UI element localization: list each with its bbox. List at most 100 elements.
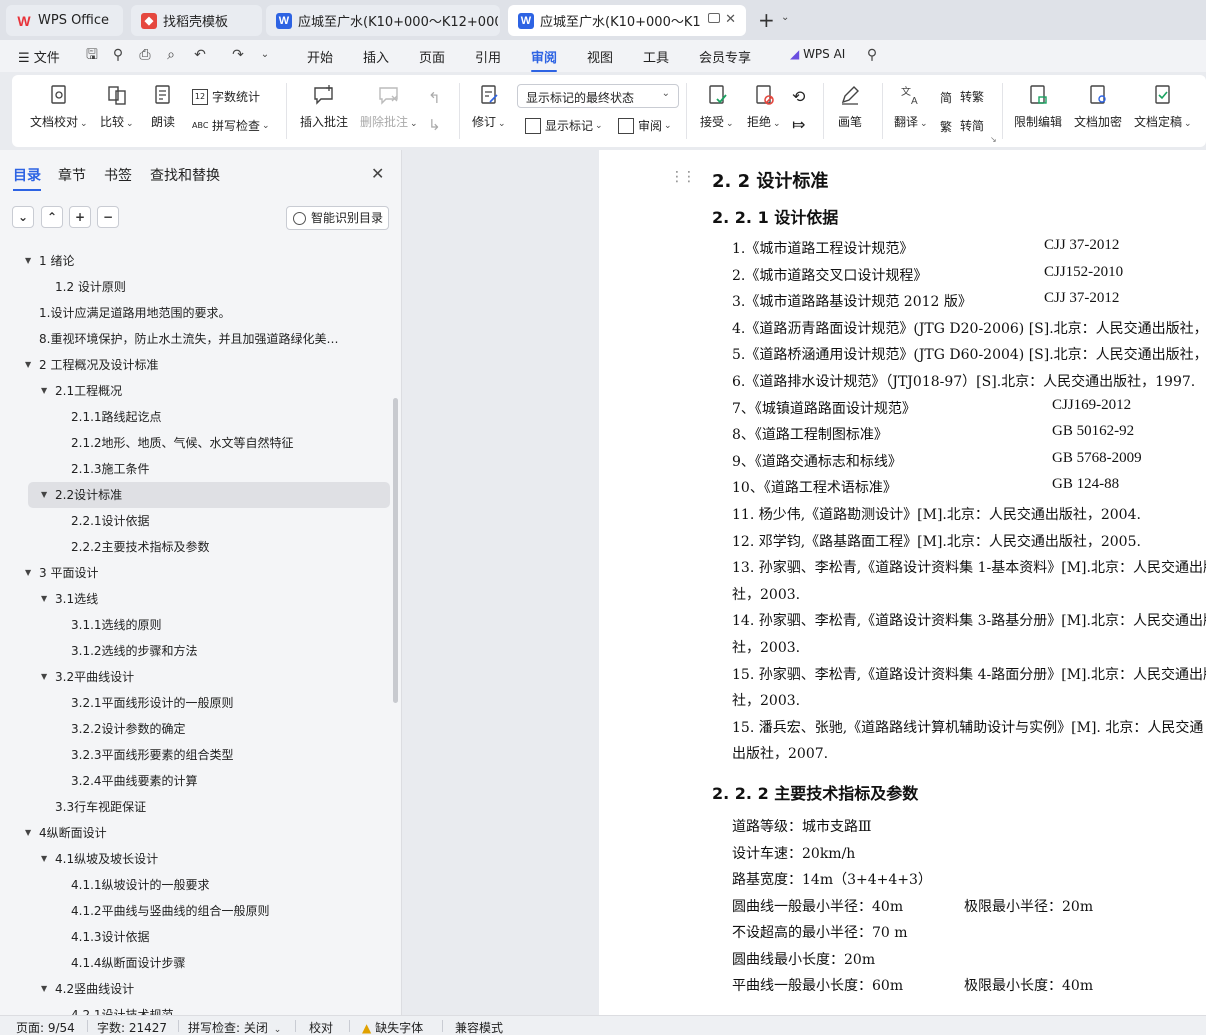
monitor-icon[interactable] <box>708 13 720 23</box>
toc-item[interactable]: 2.2.2主要技术指标及参数 <box>0 534 392 560</box>
smart-toc-button[interactable]: 智能识别目录 <box>286 206 389 230</box>
to-simplified-button[interactable]: 繁 转简 <box>940 117 984 134</box>
toc-item[interactable]: 2.1.2地形、地质、气候、水文等自然特征 <box>0 430 392 456</box>
tab-sections[interactable]: 章节 <box>58 165 86 185</box>
expand-arrow-icon[interactable]: ▼ <box>41 846 47 872</box>
toc-item[interactable]: 3.2.1平面线形设计的一般原则 <box>0 690 392 716</box>
tab-wps-office[interactable]: W WPS Office <box>6 5 123 36</box>
expand-arrow-icon[interactable]: ▼ <box>41 378 47 404</box>
menu-review[interactable]: 审阅 <box>531 47 558 72</box>
toc-item[interactable]: 3.2.4平曲线要素的计算 <box>0 768 392 794</box>
revise-button[interactable]: 修订 ⌄ <box>472 83 506 130</box>
toc-item[interactable]: 3.1.1选线的原则 <box>0 612 392 638</box>
toc-item[interactable]: ▼ 3.2平曲线设计 <box>0 664 392 690</box>
save-icon[interactable]: 🖫 <box>84 47 100 63</box>
drag-handle-icon[interactable]: ⋮⋮ <box>670 169 696 185</box>
tab-document-1[interactable]: W 应城至广水(K10+000～K12+000)段 <box>266 5 500 36</box>
toc-item[interactable]: ▼ 1 绪论 <box>0 248 392 274</box>
redo-icon[interactable]: ↷ <box>230 47 246 63</box>
toc-item[interactable]: 2.1.3施工条件 <box>0 456 392 482</box>
file-menu[interactable]: ☰ 文件 <box>18 47 60 66</box>
toc-item[interactable]: ▼ 3.1选线 <box>0 586 392 612</box>
toc-item[interactable]: 3.1.2选线的步骤和方法 <box>0 638 392 664</box>
menu-page[interactable]: 页面 <box>419 47 445 66</box>
toc-item[interactable]: ▼ 2.2设计标准 <box>28 482 390 508</box>
expand-arrow-icon[interactable]: ▼ <box>25 352 31 378</box>
toc-item[interactable]: 2.1.1路线起讫点 <box>0 404 392 430</box>
toc-item[interactable]: 1.2 设计原则 <box>0 274 392 300</box>
proofread-status[interactable]: 校对 <box>309 1019 333 1035</box>
chevron-down-icon[interactable]: ⌄ <box>257 47 273 63</box>
doc-finalize-button[interactable]: 文档定稿 ⌄ <box>1134 83 1192 130</box>
undo-icon[interactable]: ↶ <box>192 47 208 63</box>
menu-insert[interactable]: 插入 <box>363 47 389 66</box>
tab-docer-templates[interactable]: ◆ 找稻壳模板 <box>131 5 262 36</box>
menu-view[interactable]: 视图 <box>587 47 613 66</box>
menu-reference[interactable]: 引用 <box>475 47 501 66</box>
sidebar-scrollbar[interactable] <box>393 398 398 703</box>
toc-item[interactable]: ▼ 3 平面设计 <box>0 560 392 586</box>
expand-corner-icon[interactable]: ↘ <box>990 135 997 144</box>
remove-heading-button[interactable]: − <box>97 206 119 228</box>
tab-bookmarks[interactable]: 书签 <box>104 165 132 185</box>
toc-item[interactable]: 1.设计应满足道路用地范围的要求。 <box>0 300 392 326</box>
toc-item[interactable]: 2.2.1设计依据 <box>0 508 392 534</box>
wps-ai-button[interactable]: ◢ WPS AI <box>790 47 845 61</box>
compare-button[interactable]: 比较 ⌄ <box>100 83 134 130</box>
toc-item[interactable]: 4.1.4纵断面设计步骤 <box>0 950 392 976</box>
search-icon[interactable]: ⚲ <box>864 47 880 63</box>
doc-encrypt-button[interactable]: 文档加密 <box>1074 83 1122 130</box>
toc-item[interactable]: 4.2.1设计技术规范 <box>0 1002 392 1015</box>
read-aloud-button[interactable]: 朗读 <box>151 83 175 130</box>
next-comment-icon[interactable]: ↳ <box>428 116 441 134</box>
review-pane-button[interactable]: 审阅 ⌄ <box>618 117 672 134</box>
toc-item[interactable]: 3.2.3平面线形要素的组合类型 <box>0 742 392 768</box>
expand-up-button[interactable]: ⌃ <box>41 206 63 228</box>
pen-button[interactable]: 画笔 <box>838 83 862 130</box>
prev-change-icon[interactable]: ⟲ <box>792 87 805 106</box>
expand-arrow-icon[interactable]: ▼ <box>41 586 47 612</box>
show-markup-button[interactable]: 显示标记 ⌄ <box>525 117 603 134</box>
toc-item[interactable]: 4.1.3设计依据 <box>0 924 392 950</box>
toc-item[interactable]: ▼ 4.2竖曲线设计 <box>0 976 392 1002</box>
close-icon[interactable]: ✕ <box>725 12 736 27</box>
toc-item[interactable]: ▼ 4.1纵坡及坡长设计 <box>0 846 392 872</box>
next-change-icon[interactable]: ⤇ <box>792 115 805 134</box>
toc-item[interactable]: ▼ 4纵断面设计 <box>0 820 392 846</box>
add-heading-button[interactable]: + <box>69 206 91 228</box>
tab-find-replace[interactable]: 查找和替换 <box>150 165 220 185</box>
missing-font-status[interactable]: ▲ 缺失字体 <box>362 1019 423 1035</box>
menu-member[interactable]: 会员专享 <box>699 47 751 66</box>
share-link-icon[interactable]: ⚲ <box>110 47 126 63</box>
toc-item[interactable]: 4.1.2平曲线与竖曲线的组合一般原则 <box>0 898 392 924</box>
spell-check-button[interactable]: ABC 拼写检查 ⌄ <box>192 117 270 134</box>
close-icon[interactable]: ✕ <box>371 164 384 183</box>
menu-start[interactable]: 开始 <box>307 47 333 66</box>
expand-arrow-icon[interactable]: ▼ <box>25 248 31 274</box>
toc-item[interactable]: 8.重视环境保护，防止水土流失，并且加强道路绿化美化设计，减少对生态环境的影响。 <box>0 326 392 352</box>
spell-check-status[interactable]: 拼写检查: 关闭 ⌄ <box>188 1019 281 1035</box>
menu-tools[interactable]: 工具 <box>643 47 669 66</box>
page-indicator[interactable]: 页面: 9/54 <box>16 1019 75 1035</box>
toc-item[interactable]: 4.1.1纵坡设计的一般要求 <box>0 872 392 898</box>
new-tab-plus-icon[interactable]: + <box>758 8 775 32</box>
doc-check-button[interactable]: 文档校对 ⌄ <box>30 83 88 130</box>
toc-item[interactable]: ▼ 2.1工程概况 <box>0 378 392 404</box>
restrict-edit-button[interactable]: 限制编辑 <box>1014 83 1062 130</box>
print-preview-icon[interactable]: ⌕ <box>163 47 179 63</box>
expand-arrow-icon[interactable]: ▼ <box>41 664 47 690</box>
word-count-status[interactable]: 字数: 21427 <box>97 1019 167 1035</box>
chevron-down-icon[interactable]: ⌄ <box>781 12 789 23</box>
document-page[interactable]: 2. 2 设计标准 2. 2. 1 设计依据 1.《城市道路工程设计规范》 CJJ… <box>599 150 1206 1015</box>
print-icon[interactable]: ⎙ <box>137 47 153 63</box>
markup-state-select[interactable]: 显示标记的最终状态 ⌄ <box>517 84 679 108</box>
to-traditional-button[interactable]: 简 转繁 <box>940 88 984 105</box>
expand-arrow-icon[interactable]: ▼ <box>25 560 31 586</box>
translate-button[interactable]: 文A 翻译 ⌄ <box>894 83 928 130</box>
tab-document-active[interactable]: W 应城至广水(K10+000～K12+0 ✕ <box>508 5 746 36</box>
prev-comment-icon[interactable]: ↰ <box>428 89 441 107</box>
insert-comment-button[interactable]: 插入批注 <box>300 83 348 130</box>
expand-arrow-icon[interactable]: ▼ <box>25 820 31 846</box>
expand-arrow-icon[interactable]: ▼ <box>41 976 47 1002</box>
word-count-button[interactable]: 12 字数统计 <box>192 88 260 105</box>
